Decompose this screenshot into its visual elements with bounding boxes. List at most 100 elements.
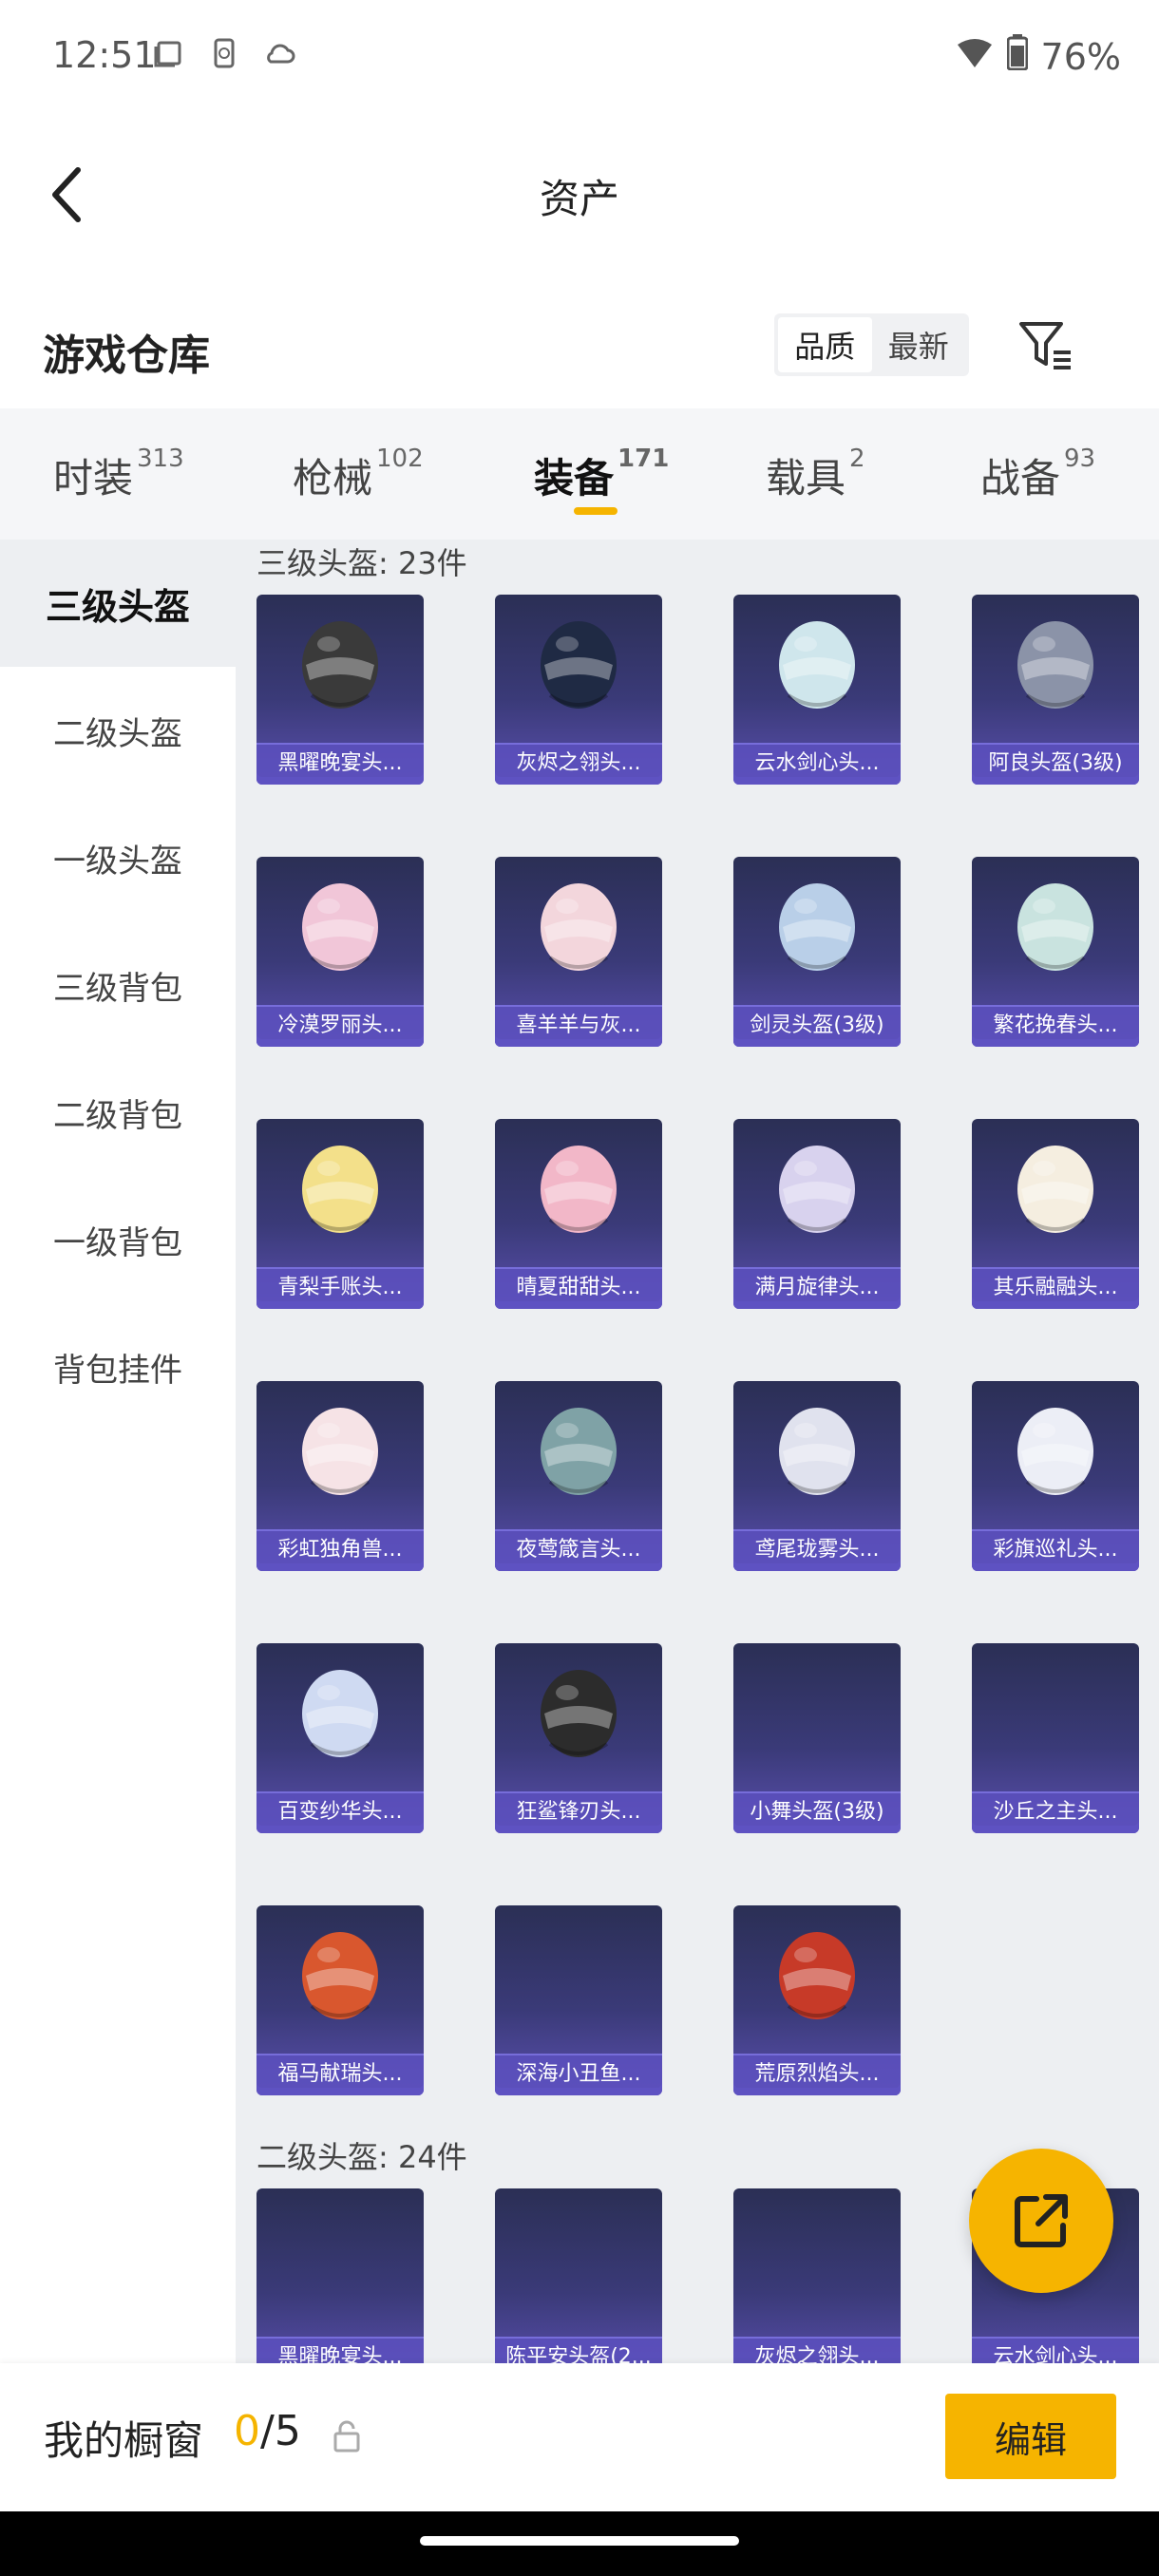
helmet-image (1008, 1394, 1103, 1506)
filter-button[interactable] (1013, 313, 1079, 380)
item-card[interactable]: 彩旗巡礼头... (972, 1381, 1139, 1571)
item-grid: 三级头盔: 23件黑曜晚宴头... 灰烬之翎头... 云水剑心头... 阿良头盔(3级… (236, 540, 1159, 2363)
status-right: 76% (956, 34, 1121, 79)
showcase-count: 0/5 (234, 2407, 301, 2455)
share-fab-button[interactable] (969, 2149, 1113, 2293)
item-card[interactable]: 小舞头盔(3级) (733, 1643, 901, 1833)
active-tab-indicator (574, 507, 618, 515)
home-handle[interactable] (420, 2536, 739, 2546)
section-title: 二级头盔: 24件 (256, 2139, 467, 2175)
item-card-label: 冷漠罗丽头... (256, 1005, 424, 1047)
sort-newest-button[interactable]: 最新 (872, 317, 966, 372)
item-card[interactable]: 灰烬之翎头... (495, 595, 662, 785)
cloud-icon (262, 36, 296, 70)
item-card-label: 云水剑心头... (733, 743, 901, 785)
item-card[interactable]: 其乐融融头... (972, 1119, 1139, 1309)
helmet-image (293, 608, 388, 720)
item-card[interactable]: 剑灵头盔(3级) (733, 857, 901, 1047)
helmet-image (770, 1132, 864, 1244)
item-card[interactable]: 阿良头盔(3级) (972, 595, 1139, 785)
page-title: 资产 (539, 176, 619, 222)
item-card-label: 满月旋律头... (733, 1267, 901, 1309)
item-card[interactable]: 黑曜晚宴头... (256, 2188, 424, 2363)
item-card-label: 灰烬之翎头... (733, 2337, 901, 2363)
item-card[interactable]: 鸢尾珑雾头... (733, 1381, 901, 1571)
item-card-label: 晴夏甜甜头... (495, 1267, 662, 1309)
helmet-image (1008, 870, 1103, 982)
warehouse-title: 游戏仓库 (43, 331, 210, 380)
item-card[interactable]: 黑曜晚宴头... (256, 595, 424, 785)
item-card-label: 福马献瑞头... (256, 2054, 424, 2095)
item-card-label: 黑曜晚宴头... (256, 2337, 424, 2363)
item-card[interactable]: 云水剑心头... (733, 595, 901, 785)
item-card-label: 云水剑心头... (972, 2337, 1139, 2363)
notes-icon (152, 36, 186, 70)
item-card[interactable]: 深海小丑鱼... (495, 1905, 662, 2095)
item-card-label: 深海小丑鱼... (495, 2054, 662, 2095)
showcase-label: 我的橱窗 (44, 2417, 204, 2464)
sidebar-item-level2-backpack[interactable]: 二级背包 (0, 1049, 236, 1176)
sort-quality-button[interactable]: 品质 (778, 317, 872, 372)
item-card-label: 夜莺箴言头... (495, 1529, 662, 1571)
item-card[interactable]: 福马献瑞头... (256, 1905, 424, 2095)
section-title: 三级头盔: 23件 (256, 545, 467, 581)
tab-fashion[interactable]: 时装 313 (53, 445, 184, 503)
item-card[interactable]: 荒原烈焰头... (733, 1905, 901, 2095)
item-card[interactable]: 彩虹独角兽... (256, 1381, 424, 1571)
sidebar-item-backpack-charm[interactable]: 背包挂件 (0, 1303, 236, 1430)
helmet-image (293, 870, 388, 982)
item-card[interactable]: 百变纱华头... (256, 1643, 424, 1833)
helmet-image (531, 608, 626, 720)
category-tabs: 时装 313 枪械 102 装备 171 载具 2 战备 93 (0, 408, 1159, 540)
share-external-icon (1015, 2194, 1068, 2247)
sidebar-item-level1-helmet[interactable]: 一级头盔 (0, 794, 236, 921)
item-card[interactable]: 青梨手账头... (256, 1119, 424, 1309)
battery-percent: 76% (1040, 35, 1121, 78)
sort-toggle: 品质 最新 (774, 313, 969, 376)
item-card[interactable]: 狂鲨锋刃头... (495, 1643, 662, 1833)
helmet-image (531, 1394, 626, 1506)
item-card-label: 荒原烈焰头... (733, 2054, 901, 2095)
edit-button[interactable]: 编辑 (945, 2394, 1116, 2479)
tab-guns[interactable]: 枪械 102 (293, 445, 424, 503)
showcase-bar: 我的橱窗 0/5 编辑 (0, 2363, 1159, 2511)
helmet-image (770, 608, 864, 720)
item-card[interactable]: 满月旋律头... (733, 1119, 901, 1309)
item-card[interactable]: 沙丘之主头... (972, 1643, 1139, 1833)
item-card[interactable]: 繁花挽春头... (972, 857, 1139, 1047)
sidebar-item-level3-backpack[interactable]: 三级背包 (0, 921, 236, 1049)
item-card[interactable]: 冷漠罗丽头... (256, 857, 424, 1047)
item-card-label: 陈平安头盔(2... (495, 2337, 662, 2363)
sidebar-item-level1-backpack[interactable]: 一级背包 (0, 1176, 236, 1303)
helmet-image (293, 1657, 388, 1769)
tab-equipment[interactable]: 装备 171 (534, 445, 669, 503)
item-card[interactable]: 喜羊羊与灰... (495, 857, 662, 1047)
helmet-image (1008, 1132, 1103, 1244)
item-card-label: 小舞头盔(3级) (733, 1791, 901, 1833)
helmet-image (531, 1657, 626, 1769)
sidebar: 三级头盔 二级头盔 一级头盔 三级背包 二级背包 一级背包 背包挂件 (0, 540, 236, 2363)
item-card-label: 剑灵头盔(3级) (733, 1005, 901, 1047)
sidebar-item-level2-helmet[interactable]: 二级头盔 (0, 667, 236, 794)
item-card-label: 黑曜晚宴头... (256, 743, 424, 785)
item-card-label: 阿良头盔(3级) (972, 743, 1139, 785)
item-card-label: 繁花挽春头... (972, 1005, 1139, 1047)
sidebar-item-level3-helmet[interactable]: 三级头盔 (0, 540, 236, 667)
filter-icon (1019, 322, 1071, 369)
item-card-label: 沙丘之主头... (972, 1791, 1139, 1833)
status-bar: 12:51 76% (0, 0, 1159, 114)
helmet-image (1008, 608, 1103, 720)
item-card[interactable]: 夜莺箴言头... (495, 1381, 662, 1571)
helmet-image (531, 870, 626, 982)
item-card-label: 彩虹独角兽... (256, 1529, 424, 1571)
wifi-icon (956, 36, 994, 78)
item-card-label: 其乐融融头... (972, 1267, 1139, 1309)
item-card[interactable]: 晴夏甜甜头... (495, 1119, 662, 1309)
item-card[interactable]: 灰烬之翎头... (733, 2188, 901, 2363)
item-card-label: 青梨手账头... (256, 1267, 424, 1309)
item-card[interactable]: 陈平安头盔(2... (495, 2188, 662, 2363)
helmet-image (531, 1132, 626, 1244)
status-icons (152, 36, 296, 70)
tab-vehicles[interactable]: 载具 2 (766, 445, 865, 503)
tab-supplies[interactable]: 战备 93 (980, 445, 1095, 503)
